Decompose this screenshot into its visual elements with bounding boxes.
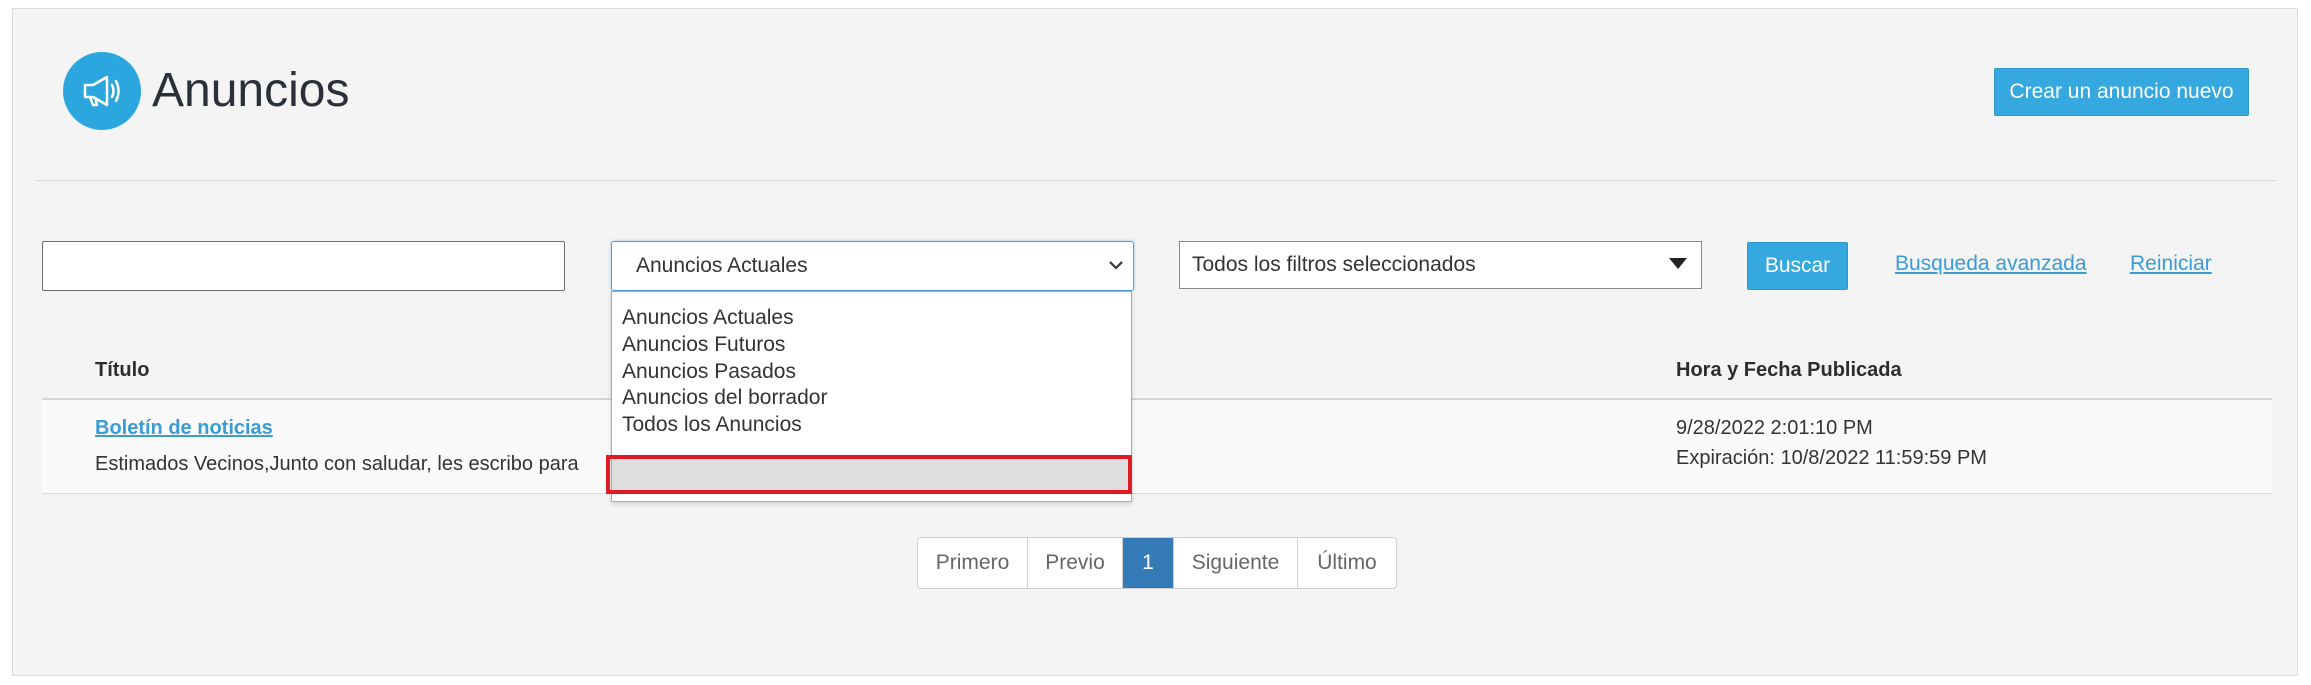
option-anuncios-actuales[interactable]: Anuncios Actuales	[622, 306, 794, 330]
option-anuncios-borrador[interactable]: Anuncios del borrador	[622, 386, 827, 410]
category-filter-select[interactable]: Todos los filtros seleccionados	[1179, 241, 1702, 289]
page-current-button[interactable]: 1	[1123, 538, 1174, 588]
search-input[interactable]	[42, 241, 565, 291]
status-select-value: Anuncios Actuales	[636, 254, 808, 277]
column-header-published[interactable]: Hora y Fecha Publicada	[1676, 359, 1902, 382]
chevron-down-icon	[1107, 252, 1125, 284]
announcement-title-link[interactable]: Boletín de noticias	[95, 417, 273, 440]
row-rule	[42, 493, 2272, 494]
caret-down-icon	[1669, 258, 1687, 269]
status-select[interactable]: Anuncios Actuales	[611, 241, 1134, 291]
highlight-annotation-box	[606, 455, 1132, 494]
option-anuncios-pasados[interactable]: Anuncios Pasados	[622, 360, 796, 384]
create-announcement-button[interactable]: Crear un anuncio nuevo	[1994, 68, 2249, 116]
announcement-excerpt: Estimados Vecinos,Junto con saludar, les…	[95, 453, 579, 475]
expiration-date: Expiración: 10/8/2022 11:59:59 PM	[1676, 447, 1987, 469]
option-todos-anuncios[interactable]: Todos los Anuncios	[622, 413, 802, 437]
pagination: Primero Previo 1 Siguiente Último	[917, 537, 1397, 589]
search-button[interactable]: Buscar	[1747, 242, 1848, 290]
header-divider	[36, 180, 2276, 181]
page-prev-button[interactable]: Previo	[1028, 538, 1123, 588]
category-filter-value: Todos los filtros seleccionados	[1192, 253, 1476, 276]
reset-link[interactable]: Reiniciar	[2130, 252, 2212, 276]
advanced-search-link[interactable]: Busqueda avanzada	[1895, 252, 2087, 276]
megaphone-icon	[63, 52, 141, 130]
column-header-title[interactable]: Título	[95, 359, 149, 382]
page-first-button[interactable]: Primero	[918, 538, 1028, 588]
page-last-button[interactable]: Último	[1298, 538, 1396, 588]
page-next-button[interactable]: Siguiente	[1174, 538, 1298, 588]
option-anuncios-futuros[interactable]: Anuncios Futuros	[622, 333, 785, 357]
published-date: 9/28/2022 2:01:10 PM	[1676, 417, 1873, 439]
page-title: Anuncios	[152, 64, 350, 117]
